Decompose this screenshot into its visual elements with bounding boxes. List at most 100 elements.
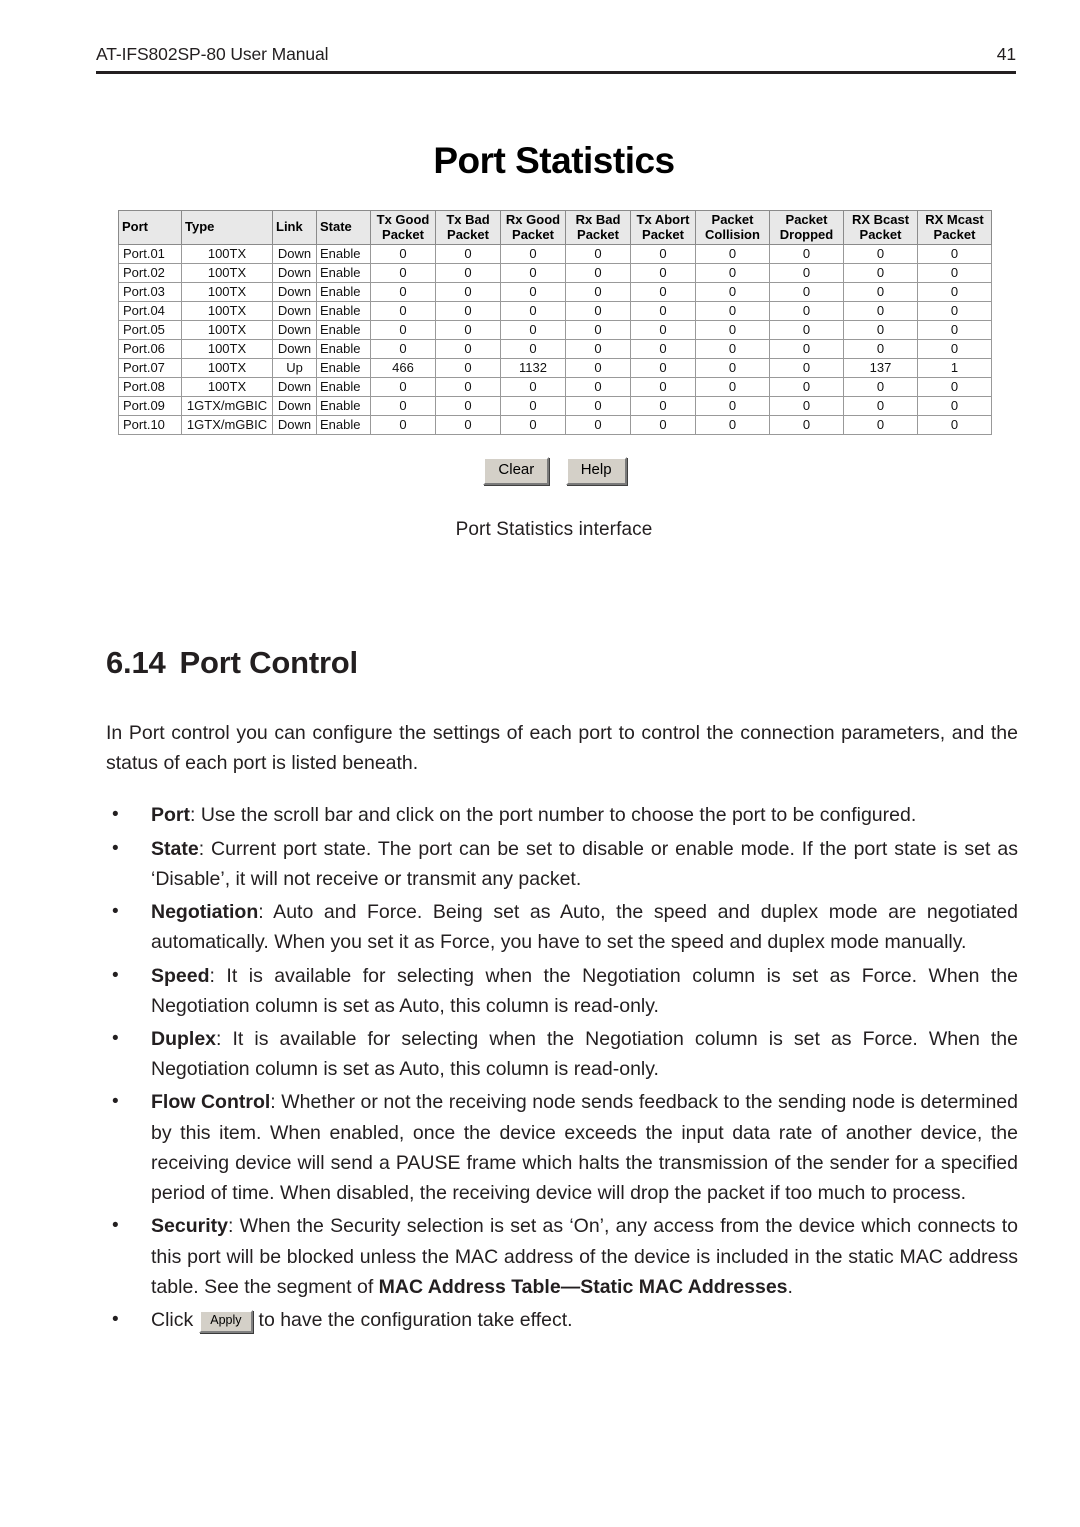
table-cell: Enable [316, 244, 371, 264]
table-cell: 0 [695, 244, 770, 264]
table-cell: 0 [435, 415, 501, 435]
table-cell: 0 [435, 358, 501, 378]
port-statistics-figure: Port Statistics Port Type Link State Tx Good… [0, 140, 1080, 541]
bullet-dot: • [112, 1215, 119, 1237]
table-col-header: Tx Good Packet [370, 210, 436, 245]
bullet-item: • Duplex: It is available for selecting w… [106, 1024, 1018, 1084]
table-cell: Port.01 [118, 244, 182, 264]
table-col-header: Packet Dropped [769, 210, 844, 245]
table-cell: 0 [917, 320, 992, 340]
table-cell: 1 [917, 358, 992, 378]
table-cell: 0 [769, 377, 844, 397]
table-cell: 0 [630, 339, 696, 359]
table-row: Port.03 100TX Down Enable 0 0 0 0 0 0 0 0 0 [118, 282, 992, 302]
table-col-header: Packet Collision [695, 210, 770, 245]
table-cell: 0 [769, 263, 844, 283]
table-cell: 0 [695, 320, 770, 340]
page-header: AT-IFS802SP-80 User Manual 41 [96, 44, 1016, 74]
table-cell: 1GTX/mGBIC [181, 415, 273, 435]
section-number: 6.14 [106, 645, 166, 680]
table-cell: 0 [500, 339, 566, 359]
bullet-dot: • [112, 1308, 119, 1330]
figure-buttons: Clear Help [0, 457, 1080, 485]
bullet-term: Speed [151, 964, 210, 987]
clear-button[interactable]: Clear [483, 457, 550, 485]
table-cell: 0 [695, 282, 770, 302]
table-cell: 0 [843, 244, 918, 264]
bullet-term: Flow Control [151, 1091, 271, 1114]
table-cell: 0 [500, 244, 566, 264]
table-cell: 0 [565, 320, 631, 340]
table-row: Port.04 100TX Down Enable 0 0 0 0 0 0 0 0 0 [118, 301, 992, 321]
table-cell: 0 [370, 377, 436, 397]
table-col-header: RX Mcast Packet [917, 210, 992, 245]
table-cell: 0 [500, 415, 566, 435]
table-cell: 0 [695, 263, 770, 283]
table-cell: 0 [695, 301, 770, 321]
table-cell: 0 [630, 282, 696, 302]
bullet-dot: • [112, 1027, 119, 1049]
bullet-text: : Current port state. The port can be se… [151, 837, 1018, 890]
apply-button[interactable]: Apply [199, 1309, 253, 1333]
table-cell: Port.03 [118, 282, 182, 302]
table-cell: 0 [843, 320, 918, 340]
table-cell: Enable [316, 339, 371, 359]
bullet-text: : Whether or not the receiving node send… [151, 1091, 1018, 1205]
table-cell: 0 [843, 415, 918, 435]
table-cell: 0 [769, 415, 844, 435]
table-cell: Port.05 [118, 320, 182, 340]
table-cell: Down [272, 415, 317, 435]
table-cell: 0 [630, 358, 696, 378]
table-cell: Port.08 [118, 377, 182, 397]
table-cell: 100TX [181, 244, 273, 264]
bullet-item: • Security: When the Security selection i… [106, 1211, 1018, 1302]
bullet-emphasis: MAC Address Table—Static MAC Addresses [378, 1275, 788, 1298]
apply-bullet-pre-text: Click [151, 1308, 194, 1331]
table-cell: 1132 [500, 358, 566, 378]
table-cell: 0 [435, 301, 501, 321]
table-cell: 0 [370, 301, 436, 321]
table-cell: 0 [917, 396, 992, 416]
table-cell: 0 [370, 244, 436, 264]
section-title: Port Control [179, 645, 359, 680]
section-intro: In Port control you can configure the se… [106, 722, 1018, 775]
table-cell: Enable [316, 377, 371, 397]
table-cell: 0 [843, 377, 918, 397]
table-cell: 100TX [181, 301, 273, 321]
table-cell: 0 [565, 263, 631, 283]
table-cell: 0 [630, 263, 696, 283]
table-cell: Enable [316, 396, 371, 416]
table-cell: 0 [565, 339, 631, 359]
table-cell: 0 [565, 377, 631, 397]
table-cell: 0 [917, 301, 992, 321]
table-cell: Port.10 [118, 415, 182, 435]
table-cell: 0 [630, 377, 696, 397]
port-control-bullet-list: • Port: Use the scroll bar and click on t… [106, 800, 1018, 1335]
bullet-term: Security [151, 1215, 228, 1238]
bullet-text: : It is available for selecting when the… [151, 964, 1018, 1017]
table-cell: Port.06 [118, 339, 182, 359]
table-cell: Enable [316, 415, 371, 435]
bullet-dot: • [112, 804, 119, 826]
table-cell: Down [272, 263, 317, 283]
table-cell: Port.02 [118, 263, 182, 283]
table-cell: 0 [370, 339, 436, 359]
bullet-dot: • [112, 964, 119, 986]
bullet-term: State [151, 837, 199, 860]
table-header-row: Port Type Link State Tx Good Packet Tx Bad Pack… [118, 210, 992, 245]
help-button[interactable]: Help [565, 457, 627, 485]
table-head: Port Type Link State Tx Good Packet Tx Bad Pack… [118, 210, 992, 245]
table-cell: 0 [843, 282, 918, 302]
table-cell: 0 [435, 282, 501, 302]
table-cell: 0 [565, 396, 631, 416]
bullet-item: • Negotiation: Auto and Force. Being set … [106, 897, 1018, 957]
table-cell: 137 [843, 358, 918, 378]
bullet-text: : Auto and Force. Being set as Auto, the… [151, 901, 1018, 954]
table-cell: Port.09 [118, 396, 182, 416]
bullet-item-apply: • Click Apply to have the configuration tak… [106, 1305, 1018, 1335]
table-cell: 0 [695, 415, 770, 435]
table-col-header: Tx Bad Packet [435, 210, 501, 245]
table-cell: 0 [370, 415, 436, 435]
table-cell: 0 [370, 320, 436, 340]
table-col-header: Link [272, 210, 317, 245]
